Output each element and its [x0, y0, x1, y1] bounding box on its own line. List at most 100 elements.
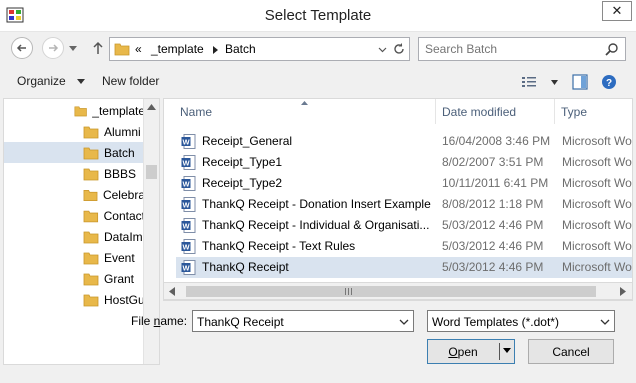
- chevron-down-icon[interactable]: [600, 319, 610, 325]
- open-button[interactable]: Open: [427, 339, 515, 364]
- svg-text:W: W: [182, 243, 190, 252]
- breadcrumb-batch[interactable]: Batch: [225, 42, 256, 56]
- file-row[interactable]: W ThankQ Receipt - Donation Insert Examp…: [176, 194, 632, 215]
- tree-item-label: HostGu: [104, 292, 145, 307]
- column-header-name[interactable]: Name: [180, 99, 434, 124]
- folder-icon: [83, 231, 99, 243]
- file-type: Microsoft Wo: [562, 197, 632, 211]
- new-folder-button[interactable]: New folder: [102, 74, 159, 88]
- view-dropdown-icon[interactable]: [551, 80, 558, 85]
- tree-item-bbbs[interactable]: BBBS: [4, 163, 145, 184]
- address-bar[interactable]: « _template Batch: [109, 37, 410, 61]
- svg-text:W: W: [182, 222, 190, 231]
- file-date: 8/02/2007 3:51 PM: [442, 155, 544, 169]
- file-row[interactable]: W Receipt_Type1 8/02/2007 3:51 PM Micros…: [176, 152, 632, 173]
- file-row[interactable]: W ThankQ Receipt - Text Rules 5/03/2012 …: [176, 236, 632, 257]
- file-type: Microsoft Wo: [562, 218, 632, 232]
- close-button[interactable]: ✕: [602, 1, 632, 21]
- file-type: Microsoft Wo: [562, 155, 632, 169]
- open-options-arrow-icon[interactable]: [503, 348, 511, 354]
- file-date: 5/03/2012 4:46 PM: [442, 260, 544, 274]
- file-row[interactable]: W Receipt_General 16/04/2008 3:46 PM Mic…: [176, 131, 632, 152]
- tree-item-label: _template: [92, 103, 145, 118]
- file-date: 5/03/2012 4:46 PM: [442, 239, 544, 253]
- scroll-right-icon[interactable]: [620, 287, 626, 296]
- help-icon[interactable]: ?: [601, 74, 617, 90]
- view-options-icon[interactable]: [522, 76, 538, 88]
- search-input[interactable]: [425, 41, 595, 57]
- back-button[interactable]: [11, 37, 33, 59]
- title-bar: Select Template ✕: [0, 0, 636, 32]
- word-document-icon: W: [181, 176, 196, 191]
- arrow-left-icon: [16, 44, 26, 52]
- word-document-icon: W: [181, 197, 196, 212]
- close-icon: ✕: [611, 3, 623, 18]
- svg-text:W: W: [182, 264, 190, 273]
- scrollbar-thumb[interactable]: [186, 286, 596, 297]
- tree-item-grant[interactable]: Grant: [4, 268, 145, 289]
- column-divider[interactable]: [435, 99, 436, 124]
- tree-item-template[interactable]: _template: [4, 100, 145, 121]
- folder-icon: [83, 168, 99, 180]
- column-divider[interactable]: [554, 99, 555, 124]
- column-header-type-label: Type: [561, 104, 588, 119]
- svg-text:?: ?: [606, 78, 612, 89]
- tree-item-alumni[interactable]: Alumni: [4, 121, 145, 142]
- search-icon[interactable]: [605, 42, 619, 56]
- svg-text:W: W: [182, 159, 190, 168]
- tree-item-label: Grant: [104, 271, 135, 286]
- tree-item-label: Alumni: [104, 124, 141, 139]
- file-row[interactable]: W Receipt_Type2 10/11/2011 6:41 PM Micro…: [176, 173, 632, 194]
- folder-icon: [83, 294, 99, 306]
- breadcrumb-template[interactable]: _template: [151, 42, 204, 56]
- file-name: Receipt_Type1: [202, 155, 283, 169]
- up-button[interactable]: [90, 38, 106, 58]
- word-document-icon: W: [181, 239, 196, 254]
- file-name: Receipt_General: [202, 134, 293, 148]
- breadcrumb-separator-icon[interactable]: [213, 46, 218, 54]
- folder-icon: [83, 147, 99, 159]
- forward-button[interactable]: [42, 37, 64, 59]
- tree-item-celebra[interactable]: Celebra: [4, 184, 145, 205]
- chevron-down-icon[interactable]: [378, 47, 387, 53]
- address-overflow-icon[interactable]: «: [135, 42, 142, 56]
- file-row-selected[interactable]: W ThankQ Receipt 5/03/2012 4:46 PM Micro…: [176, 257, 632, 278]
- file-name: ThankQ Receipt - Donation Insert Example: [202, 197, 431, 211]
- preview-pane-icon[interactable]: [572, 74, 588, 90]
- chevron-down-icon[interactable]: [399, 319, 409, 325]
- scroll-up-icon[interactable]: [147, 104, 156, 110]
- cancel-button[interactable]: Cancel: [528, 339, 614, 364]
- organize-button[interactable]: Organize: [17, 74, 86, 88]
- word-document-icon: W: [181, 134, 196, 149]
- tree-item-hostgu[interactable]: HostGu: [4, 289, 145, 310]
- split-divider: [499, 343, 500, 360]
- svg-text:W: W: [182, 138, 190, 147]
- file-date: 5/03/2012 4:46 PM: [442, 218, 544, 232]
- file-name: ThankQ Receipt - Text Rules: [202, 239, 356, 253]
- column-header-type[interactable]: Type: [561, 99, 631, 124]
- tree-item-dataim[interactable]: DataIm: [4, 226, 145, 247]
- arrow-right-icon: [49, 44, 59, 52]
- word-document-icon: W: [181, 260, 196, 275]
- file-list-hscrollbar[interactable]: [163, 282, 633, 300]
- file-type-value: Word Templates (*.dot*): [432, 315, 559, 329]
- tree-item-event[interactable]: Event: [4, 247, 145, 268]
- search-box[interactable]: [418, 37, 626, 61]
- refresh-icon[interactable]: [393, 43, 405, 55]
- open-label: Open: [448, 345, 477, 359]
- scroll-left-icon[interactable]: [169, 287, 175, 296]
- recent-locations-icon[interactable]: [69, 46, 77, 52]
- tree-item-label: DataIm: [104, 229, 143, 244]
- svg-text:W: W: [182, 180, 190, 189]
- file-name-value: ThankQ Receipt: [197, 315, 284, 329]
- file-list[interactable]: Name Date modified Type W Receipt_Genera…: [163, 98, 633, 301]
- file-type-select[interactable]: Word Templates (*.dot*): [427, 310, 615, 332]
- file-row[interactable]: W ThankQ Receipt - Individual & Organisa…: [176, 215, 632, 236]
- file-name-field[interactable]: ThankQ Receipt: [192, 310, 414, 332]
- column-header-date[interactable]: Date modified: [442, 99, 554, 124]
- folder-icon: [83, 210, 99, 222]
- tree-item-contact[interactable]: Contact: [4, 205, 145, 226]
- tree-item-batch[interactable]: Batch: [4, 142, 145, 163]
- file-type: Microsoft Wo: [562, 134, 632, 148]
- scrollbar-thumb[interactable]: [146, 165, 157, 179]
